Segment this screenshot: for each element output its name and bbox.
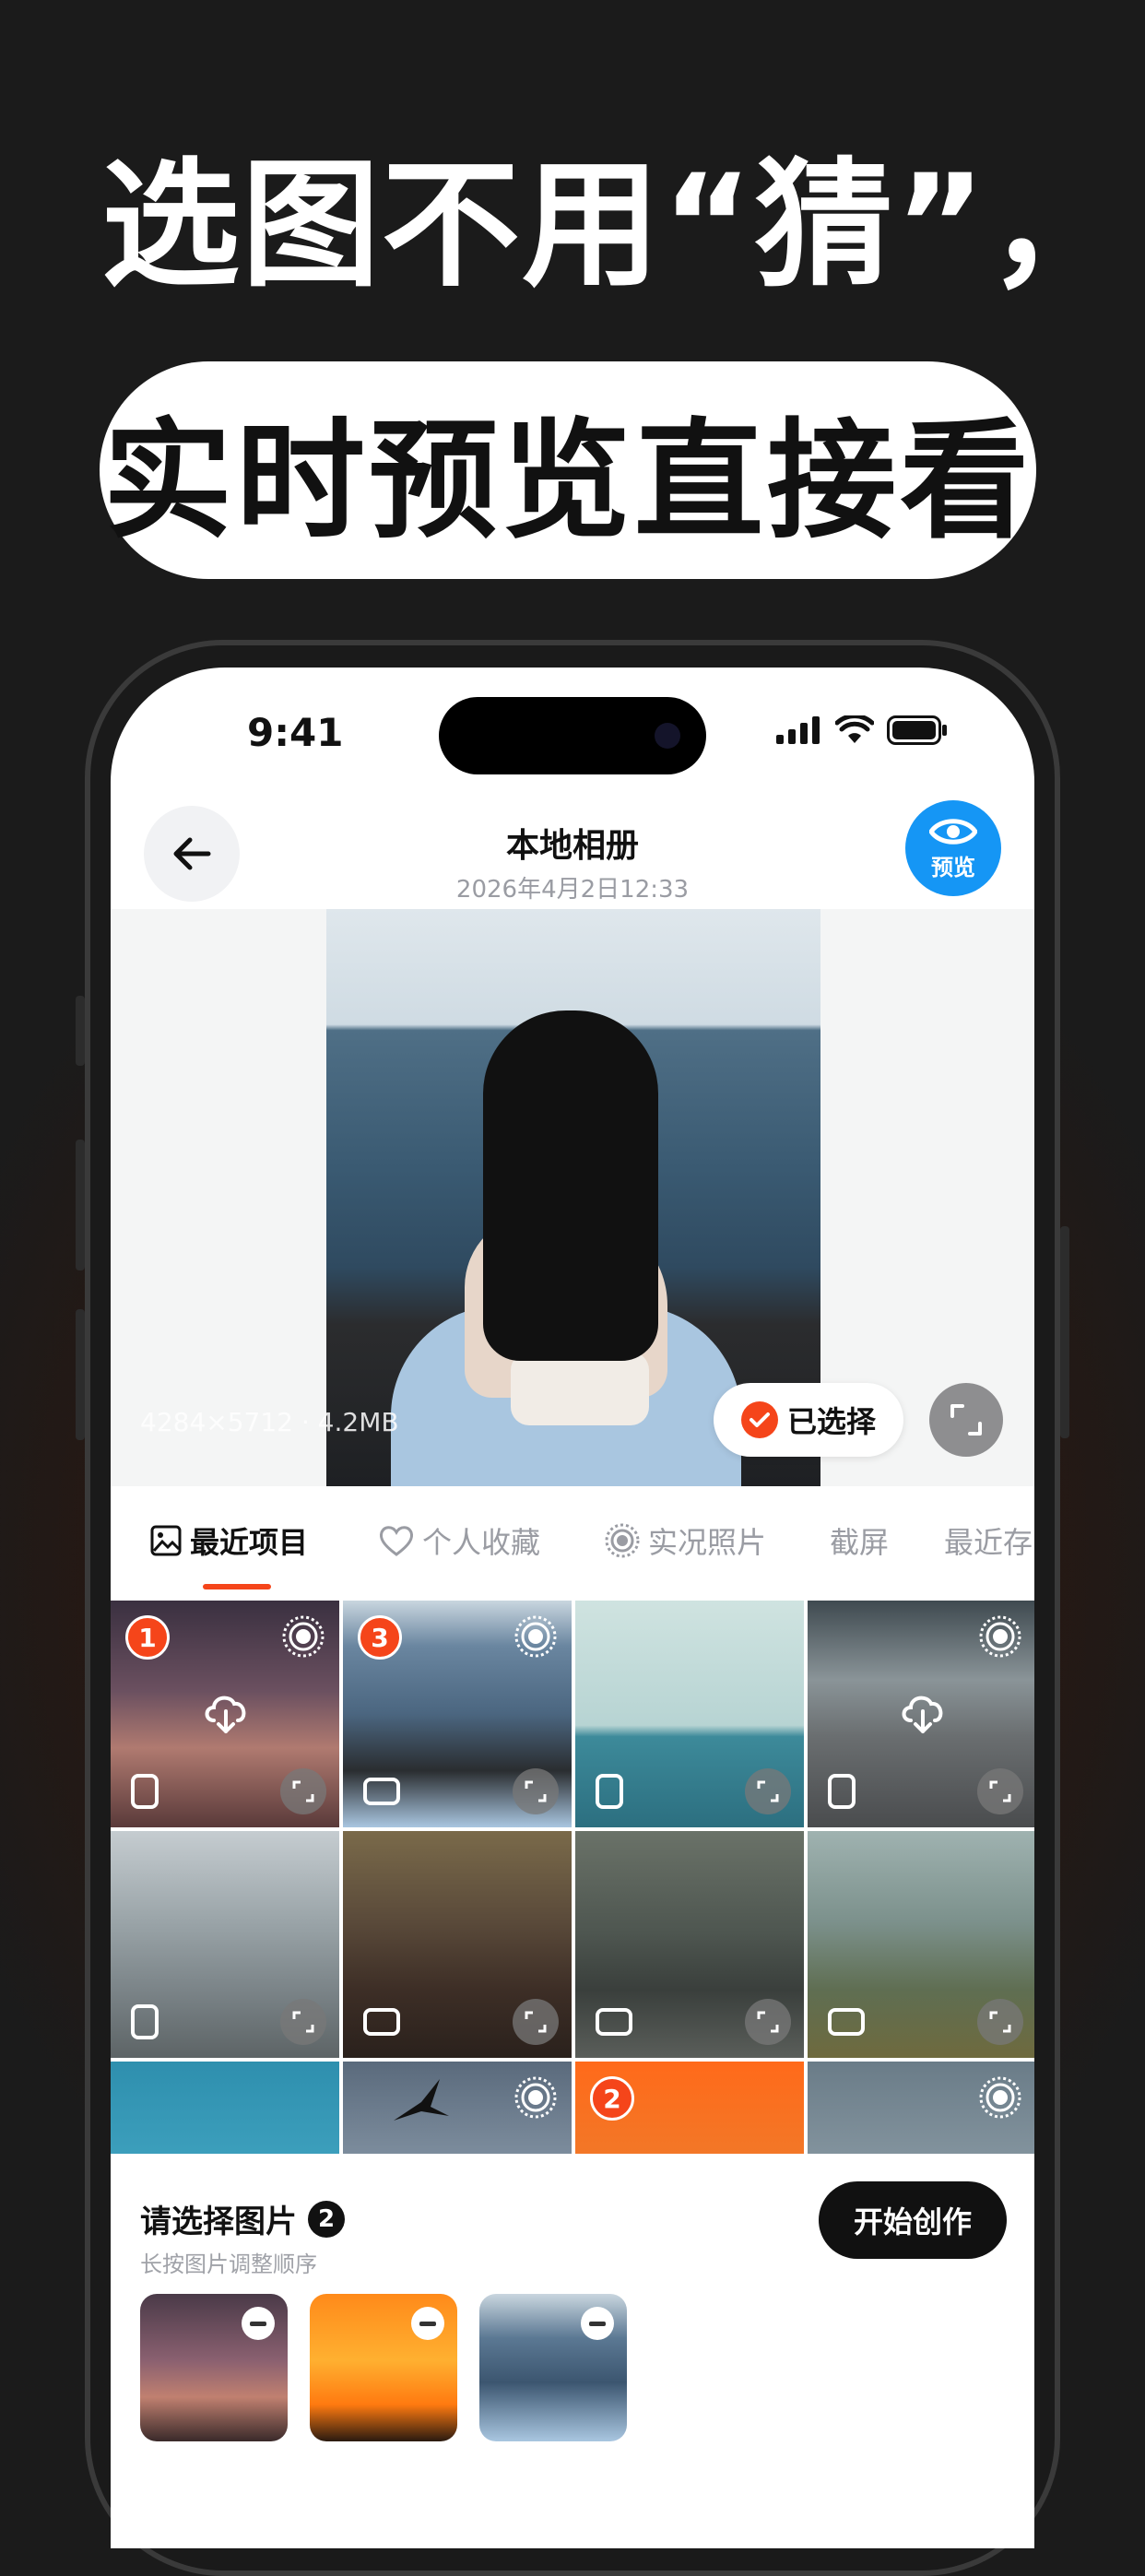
portrait-ratio-icon bbox=[828, 1774, 856, 1809]
page-subtitle: 2026年4月2日12:33 bbox=[455, 876, 690, 904]
live-photo-icon bbox=[282, 1615, 325, 1658]
grid-photo[interactable] bbox=[808, 2062, 1034, 2154]
landscape-ratio-icon bbox=[363, 2008, 400, 2036]
signal-icon bbox=[776, 716, 820, 744]
portrait-ratio-icon bbox=[131, 2004, 159, 2039]
status-icons bbox=[776, 715, 948, 745]
landscape-ratio-icon bbox=[596, 2008, 632, 2036]
check-icon bbox=[740, 1401, 778, 1438]
live-photo-icon bbox=[979, 1615, 1021, 1658]
selection-order-badge: 2 bbox=[590, 2076, 634, 2121]
eye-icon bbox=[929, 818, 977, 845]
selection-title: 请选择图片 2 bbox=[140, 2196, 345, 2241]
selected-label: 已选择 bbox=[786, 1404, 876, 1439]
preview-label: 预览 bbox=[931, 854, 975, 880]
image-icon bbox=[150, 1525, 182, 1556]
live-photo-icon bbox=[514, 2076, 557, 2119]
expand-icon bbox=[950, 1404, 982, 1436]
selection-order-badge: 1 bbox=[125, 1615, 170, 1660]
grid-photo[interactable] bbox=[343, 1831, 572, 2058]
cloud-download-icon bbox=[205, 1696, 246, 1733]
landscape-ratio-icon bbox=[828, 2008, 865, 2036]
grid-photo[interactable] bbox=[575, 1601, 804, 1827]
selection-order-badge: 3 bbox=[358, 1615, 402, 1660]
album-tabs: 最近项目 个人收藏 实况照片 截屏 最近存 bbox=[111, 1486, 1034, 1597]
tab-live-photos[interactable]: 实况照片 bbox=[604, 1519, 766, 1562]
tab-label: 实况照片 bbox=[648, 1525, 767, 1560]
selection-title-text: 请选择图片 bbox=[140, 2204, 297, 2240]
selected-thumbnail[interactable] bbox=[479, 2294, 627, 2441]
page-title: 本地相册 bbox=[505, 827, 639, 865]
remove-icon[interactable] bbox=[411, 2307, 444, 2340]
grid-photo[interactable] bbox=[808, 1601, 1034, 1827]
grid-photo[interactable] bbox=[111, 1831, 339, 2058]
live-photo-icon bbox=[605, 1523, 640, 1558]
status-time: 9:41 bbox=[247, 710, 344, 755]
tab-recent[interactable]: 最近项目 bbox=[149, 1519, 308, 1562]
expand-icon[interactable] bbox=[513, 1768, 559, 1814]
bird-icon bbox=[394, 2079, 449, 2121]
photo-grid: 1 3 2 bbox=[111, 1601, 1034, 2154]
grid-photo[interactable] bbox=[111, 2062, 339, 2154]
tab-screenshots[interactable]: 截屏 bbox=[830, 1519, 889, 1562]
tab-label: 最近项目 bbox=[190, 1525, 309, 1560]
photo-preview: 4284×5712 · 4.2MB 已选择 bbox=[111, 909, 1034, 1486]
grid-photo[interactable] bbox=[575, 1831, 804, 2058]
grid-photo[interactable] bbox=[808, 1831, 1034, 2058]
selected-thumbnail[interactable] bbox=[310, 2294, 457, 2441]
selection-count-badge: 2 bbox=[308, 2200, 345, 2238]
grid-photo[interactable] bbox=[343, 2062, 572, 2154]
headline-line1: 选图不用“猜”， bbox=[101, 146, 1128, 306]
photo-info: 4284×5712 · 4.2MB bbox=[140, 1407, 399, 1437]
cloud-download-icon bbox=[902, 1696, 943, 1733]
expand-icon[interactable] bbox=[280, 1999, 326, 2045]
grid-photo[interactable]: 1 bbox=[111, 1601, 339, 1827]
phone-volume-down bbox=[76, 1309, 85, 1440]
expand-icon[interactable] bbox=[745, 1768, 791, 1814]
dynamic-island bbox=[439, 697, 706, 774]
grid-photo[interactable]: 2 bbox=[575, 2062, 804, 2154]
tab-label: 最近存 bbox=[944, 1525, 1033, 1560]
expand-icon[interactable] bbox=[977, 1999, 1023, 2045]
selected-thumbnail[interactable] bbox=[140, 2294, 288, 2441]
tab-recently-saved[interactable]: 最近存 bbox=[944, 1519, 1033, 1562]
tab-label: 截屏 bbox=[830, 1525, 890, 1560]
grid-photo[interactable]: 3 bbox=[343, 1601, 572, 1827]
selected-toggle[interactable]: 已选择 bbox=[714, 1383, 903, 1457]
wifi-icon bbox=[835, 715, 874, 743]
tab-favorites[interactable]: 个人收藏 bbox=[378, 1519, 540, 1562]
expand-icon[interactable] bbox=[977, 1768, 1023, 1814]
selection-panel: 请选择图片 2 长按图片调整顺序 开始创作 bbox=[111, 2154, 1034, 2548]
phone-volume-up bbox=[76, 1140, 85, 1270]
preview-button[interactable]: 预览 bbox=[905, 800, 1001, 896]
phone-screen: 9:41 本地相册 2026年4月2日12:33 预览 4284×5712 · … bbox=[111, 668, 1034, 2548]
tab-label: 个人收藏 bbox=[422, 1525, 541, 1560]
heart-icon bbox=[379, 1526, 414, 1556]
headline-pill: 实时预览直接看 bbox=[100, 361, 1036, 579]
headline-line2: 实时预览直接看 bbox=[102, 407, 1033, 557]
phone-action-button bbox=[76, 996, 85, 1066]
remove-icon[interactable] bbox=[581, 2307, 614, 2340]
battery-icon bbox=[887, 715, 947, 745]
live-photo-icon bbox=[514, 1615, 557, 1658]
active-tab-indicator bbox=[203, 1584, 271, 1589]
start-create-button[interactable]: 开始创作 bbox=[819, 2181, 1007, 2259]
portrait-ratio-icon bbox=[596, 1774, 623, 1809]
fullscreen-button[interactable] bbox=[929, 1383, 1003, 1457]
portrait-ratio-icon bbox=[131, 1774, 159, 1809]
live-photo-icon bbox=[979, 2076, 1021, 2119]
remove-icon[interactable] bbox=[242, 2307, 275, 2340]
phone-power-button bbox=[1060, 1226, 1069, 1438]
selection-hint: 长按图片调整顺序 bbox=[140, 2251, 317, 2277]
expand-icon[interactable] bbox=[513, 1999, 559, 2045]
landscape-ratio-icon bbox=[363, 1778, 400, 1805]
expand-icon[interactable] bbox=[745, 1999, 791, 2045]
expand-icon[interactable] bbox=[280, 1768, 326, 1814]
